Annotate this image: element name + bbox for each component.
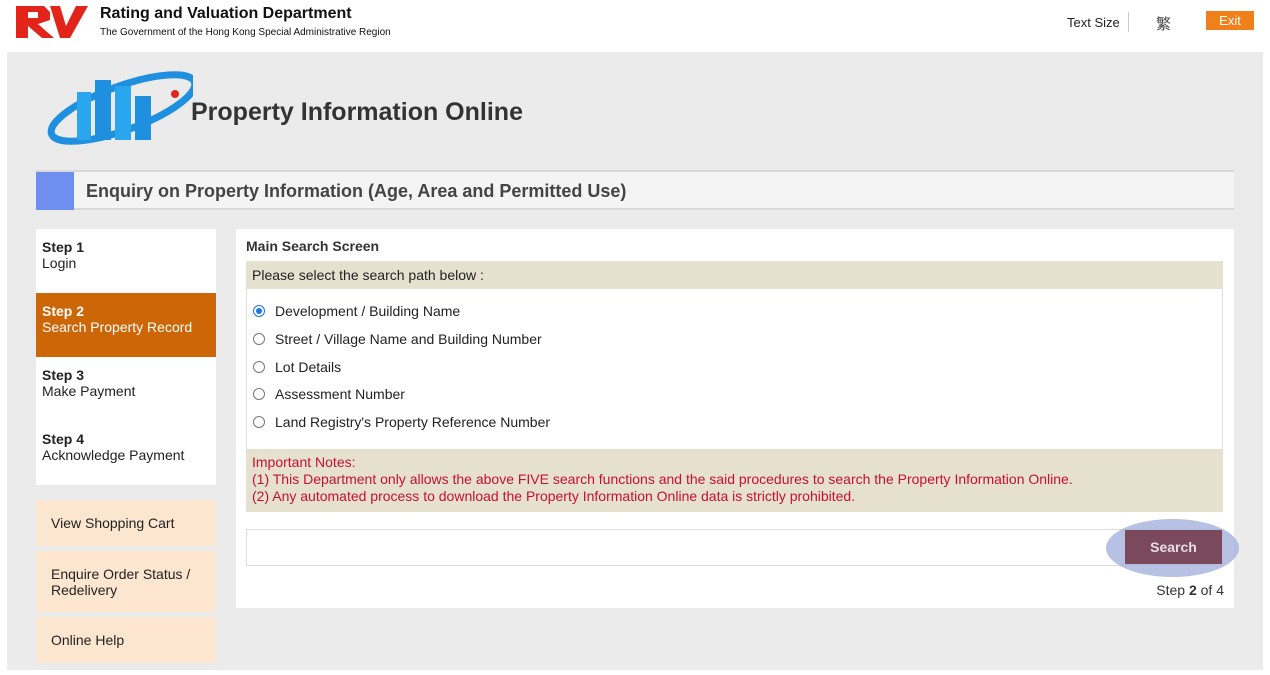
step-2-active: Step 2 Search Property Record — [36, 293, 216, 357]
step-progress-prefix: Step — [1156, 582, 1186, 598]
app-title: Property Information Online — [191, 98, 523, 126]
option-lot-details[interactable]: Lot Details — [253, 357, 341, 377]
rv-logo-icon — [16, 6, 88, 38]
step-4: Step 4 Acknowledge Payment — [36, 421, 216, 485]
search-path-instruction: Please select the search path below : — [246, 261, 1223, 289]
search-action-row — [246, 529, 1223, 566]
step-number: Step 4 — [42, 431, 85, 447]
step-progress: Step 2 of 4 — [1156, 582, 1224, 598]
step-number: Step 2 — [42, 303, 85, 319]
option-land-registry-reference[interactable]: Land Registry's Property Reference Numbe… — [253, 412, 550, 432]
page-body: Property Information Online Enquiry on P… — [7, 52, 1263, 670]
site-header: Rating and Valuation Department The Gove… — [0, 0, 1270, 52]
radio-icon[interactable] — [253, 416, 265, 428]
note-1: (1) This Department only allows the abov… — [252, 471, 1073, 487]
language-toggle-link[interactable]: 繁 — [1156, 13, 1171, 34]
radio-selected-icon[interactable] — [253, 305, 265, 317]
option-label: Assessment Number — [275, 386, 405, 402]
search-path-options: Development / Building Name Street / Vil… — [246, 289, 1223, 449]
step-progress-current: 2 — [1188, 582, 1197, 598]
radio-icon[interactable] — [253, 333, 265, 345]
step-progress-suffix: of 4 — [1200, 582, 1224, 598]
option-label: Street / Village Name and Building Numbe… — [275, 331, 542, 347]
notes-title: Important Notes: — [252, 454, 356, 470]
view-shopping-cart-button[interactable]: View Shopping Cart — [36, 500, 216, 546]
step-label: Acknowledge Payment — [42, 447, 185, 463]
radio-icon[interactable] — [253, 361, 265, 373]
header-divider — [1128, 12, 1129, 32]
main-search-panel: Main Search Screen Please select the sea… — [236, 229, 1239, 608]
option-label: Land Registry's Property Reference Numbe… — [275, 414, 551, 430]
option-assessment-number[interactable]: Assessment Number — [253, 384, 405, 404]
enquire-order-status-button[interactable]: Enquire Order Status / Redelivery — [36, 551, 216, 612]
option-label: Development / Building Name — [275, 303, 461, 319]
option-development-building-name[interactable]: Development / Building Name — [253, 301, 460, 321]
department-subtitle: The Government of the Hong Kong Special … — [100, 27, 391, 38]
panel-title: Main Search Screen — [246, 238, 380, 254]
step-number: Step 1 — [42, 239, 85, 255]
radio-icon[interactable] — [253, 388, 265, 400]
step-label: Login — [42, 255, 77, 271]
important-notes: Important Notes: (1) This Department onl… — [246, 449, 1223, 512]
step-sidebar: Step 1 Login Step 2 Search Property Reco… — [36, 229, 216, 485]
enquiry-title: Enquiry on Property Information (Age, Ar… — [86, 181, 627, 201]
step-1: Step 1 Login — [36, 229, 216, 293]
step-number: Step 3 — [42, 367, 85, 383]
department-name: Rating and Valuation Department — [100, 5, 352, 22]
step-label: Make Payment — [42, 383, 136, 399]
search-button[interactable]: Search — [1125, 530, 1222, 564]
text-size-link[interactable]: Text Size — [1067, 15, 1120, 30]
exit-button[interactable]: Exit — [1206, 11, 1254, 30]
note-2: (2) Any automated process to download th… — [252, 488, 856, 504]
online-help-button[interactable]: Online Help — [36, 617, 216, 663]
enquiry-title-bar: Enquiry on Property Information (Age, Ar… — [36, 170, 1234, 210]
step-3: Step 3 Make Payment — [36, 357, 216, 421]
buildings-logo-icon — [47, 71, 193, 145]
option-label: Lot Details — [275, 359, 342, 375]
option-street-village-name[interactable]: Street / Village Name and Building Numbe… — [253, 329, 542, 349]
title-accent-block — [36, 172, 74, 210]
step-label: Search Property Record — [42, 319, 193, 335]
